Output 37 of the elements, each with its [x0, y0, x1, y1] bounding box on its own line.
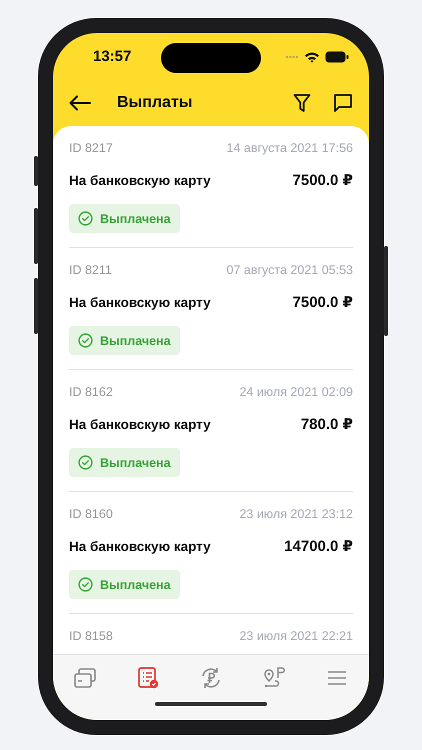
page-title: Выплаты: [117, 94, 194, 112]
check-circle-icon: [78, 455, 93, 470]
check-circle-icon: [78, 577, 93, 592]
filter-icon[interactable]: [293, 93, 311, 113]
chat-icon[interactable]: [333, 93, 353, 113]
check-circle-icon: [78, 333, 93, 348]
payout-date: 23 июля 2021 22:21: [239, 629, 353, 643]
payout-method: На банковскую карту: [69, 416, 211, 432]
payout-id: ID 8211: [69, 263, 112, 277]
payout-date: 23 июля 2021 23:12: [239, 507, 353, 521]
payout-amount: 7500.0 ₽: [292, 293, 353, 311]
cards-icon[interactable]: [72, 666, 97, 690]
payout-method: На банковскую карту: [69, 172, 211, 188]
battery-icon: [325, 50, 349, 62]
payout-id: ID 8217: [69, 141, 113, 155]
status-time: 13:57: [93, 48, 132, 65]
signal-icon: [285, 54, 299, 58]
payout-amount: 780.0 ₽: [300, 415, 353, 433]
receipt-list-icon[interactable]: [136, 666, 160, 690]
payout-date: 24 июля 2021 02:09: [239, 385, 353, 399]
wifi-icon: [304, 50, 320, 62]
payout-method: На банковскую карту: [69, 294, 211, 310]
payout-id: ID 8160: [69, 507, 113, 521]
status-label: Выплачена: [100, 578, 171, 592]
status-label: Выплачена: [100, 456, 171, 470]
payout-amount: 14700.0 ₽: [284, 537, 353, 555]
status-label: Выплачена: [100, 212, 171, 226]
back-arrow-icon[interactable]: [69, 95, 91, 111]
route-pin-icon[interactable]: [262, 666, 286, 690]
payout-id: ID 8162: [69, 385, 113, 399]
status-label: Выплачена: [100, 334, 171, 348]
payout-amount: 7500.0 ₽: [292, 171, 353, 189]
payout-date: 07 августа 2021 05:53: [226, 263, 353, 277]
payout-method: На банковскую карту: [69, 538, 211, 554]
payout-id: ID 8158: [69, 629, 113, 643]
check-circle-icon: [78, 211, 93, 226]
payout-date: 14 августа 2021 17:56: [226, 141, 353, 155]
